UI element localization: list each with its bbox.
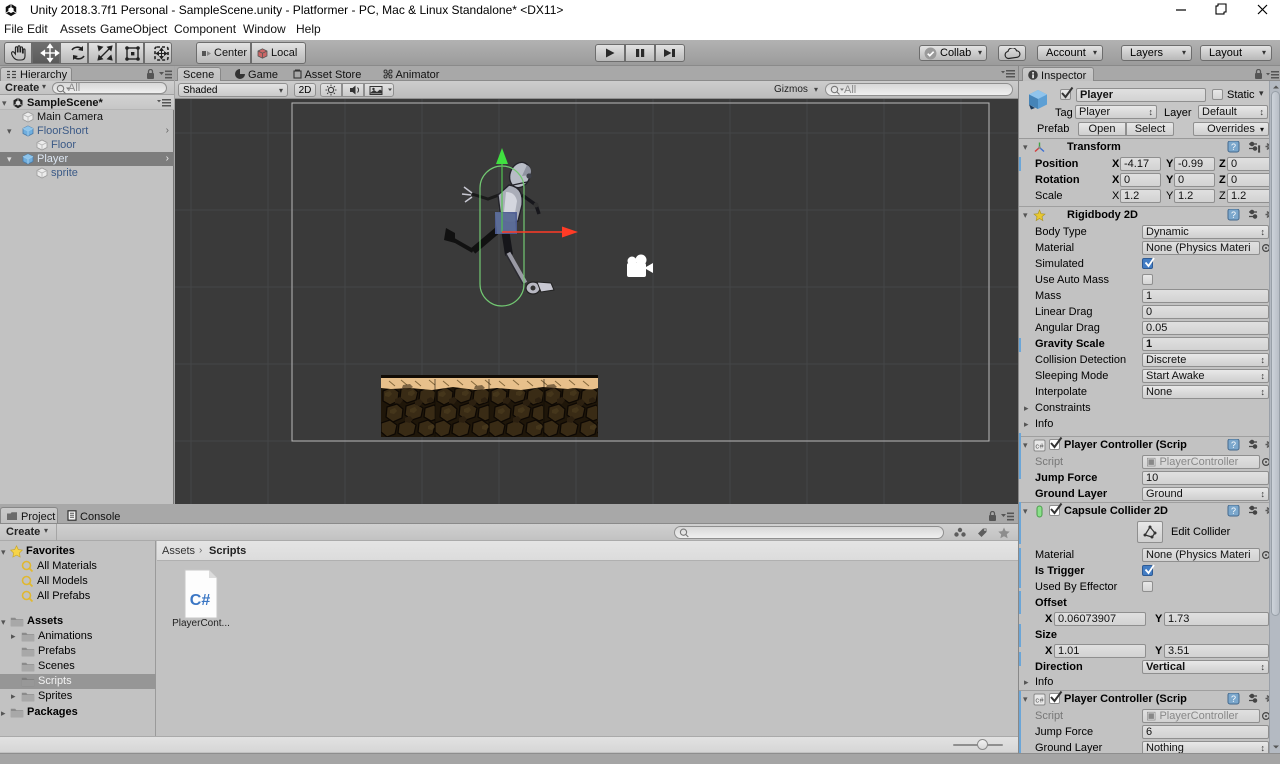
svg-text:?: ?: [1231, 440, 1236, 450]
svg-text:c#: c#: [1035, 698, 1043, 706]
svg-text:?: ?: [1231, 142, 1236, 152]
svg-text:?: ?: [1231, 506, 1236, 516]
svg-text:?: ?: [1231, 210, 1236, 220]
svg-text:c#: c#: [1035, 444, 1043, 452]
svg-text:?: ?: [1231, 694, 1236, 704]
svg-text:C#: C#: [190, 592, 211, 609]
svg-text:!: !: [1258, 145, 1260, 153]
